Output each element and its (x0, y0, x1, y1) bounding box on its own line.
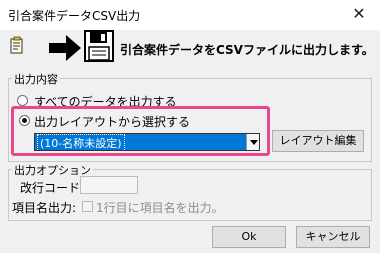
ok-button[interactable]: Ok (212, 226, 286, 248)
newline-code-field[interactable] (80, 176, 138, 194)
item-name-output-label: 項目名出力: (12, 201, 77, 215)
output-content-group-label: 出力内容 (12, 71, 60, 87)
cancel-button[interactable]: キャンセル (296, 226, 370, 248)
layout-edit-button[interactable]: レイアウト編集 (272, 130, 364, 152)
item-name-checkbox-label[interactable]: 1行目に項目名を出力。 (96, 199, 224, 216)
memo-icon (10, 36, 23, 54)
close-button[interactable]: ✕ (346, 3, 372, 25)
newline-code-label: 改行コード: (20, 181, 85, 195)
header-message: 引合案件データをCSVファイルに出力します。 (120, 43, 374, 57)
window-title: 引合案件データCSV出力 (8, 9, 141, 23)
radio-output-all[interactable] (17, 95, 28, 106)
item-name-checkbox[interactable] (82, 201, 93, 212)
highlight-frame (11, 106, 270, 156)
arrow-right-icon (49, 35, 81, 61)
floppy-disk-icon (84, 30, 114, 62)
